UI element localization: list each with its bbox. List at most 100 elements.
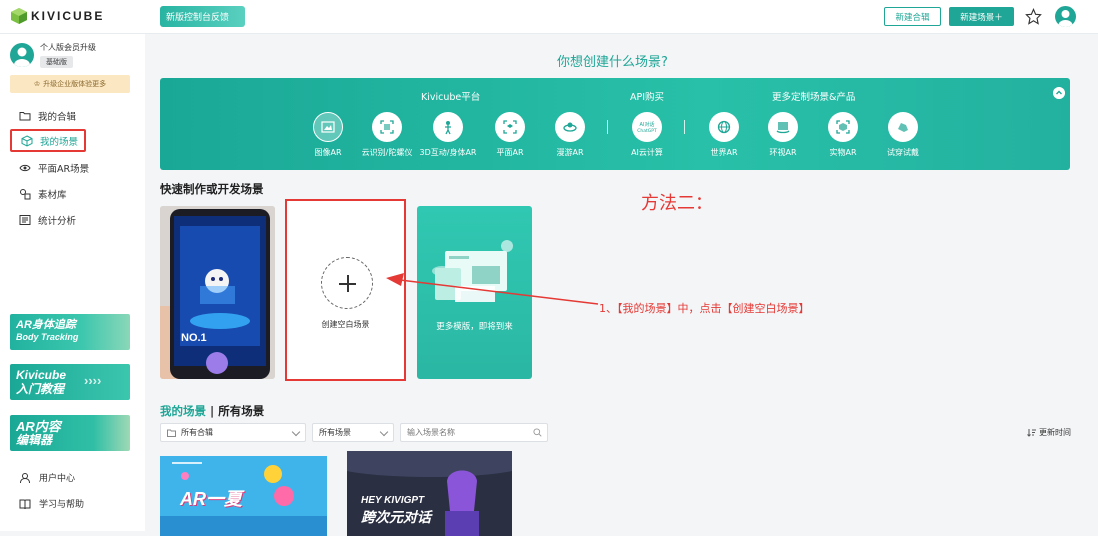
template-card-image-ar[interactable]: NO.1: [160, 206, 275, 379]
scene-type-label: AI云计算: [631, 148, 663, 157]
scene-filter-select[interactable]: 所有场景: [312, 423, 394, 442]
collection-filter-value: 所有合辑: [181, 428, 213, 437]
sidebar: 个人版会员升级 基础版 ♔ 升级企业版体验更多 我的合辑 我的场景 平面AR场景…: [0, 34, 145, 531]
scene-thumb-title-top: HEY KIVIGPT: [361, 495, 425, 506]
plus-icon-h: [339, 283, 356, 285]
sidebar-item-plane-ar[interactable]: 平面AR场景: [10, 156, 120, 179]
tutorial-banner[interactable]: Kivicube 入门教程 ››››: [10, 364, 130, 400]
user-icon: [20, 472, 30, 483]
new-scene-button[interactable]: 新建场景＋: [949, 7, 1014, 26]
star-icon[interactable]: [1025, 8, 1042, 25]
try-on-icon: [888, 112, 918, 142]
ai-chatgpt-icon: AI对话 ChatGPT: [632, 112, 662, 142]
group-kivicube-platform: Kivicube平台: [421, 92, 481, 103]
feedback-button[interactable]: 新版控制台反馈: [160, 6, 245, 27]
top-bar: KIVICUBE 新版控制台反馈 新建合辑 新建场景＋: [0, 0, 1098, 34]
scene-thumb-summer[interactable]: AR一夏: [160, 456, 327, 536]
sidebar-item-label: 用户中心: [39, 474, 76, 484]
scene-type-label: 漫游AR: [556, 148, 584, 157]
tab-all-scenes[interactable]: 所有场景: [218, 404, 264, 418]
banner-arrows-icon: ››››: [84, 373, 102, 388]
sidebar-item-user-center[interactable]: 用户中心: [19, 471, 75, 484]
world-ar-icon: [709, 112, 739, 142]
banner-line2: 编辑器: [16, 433, 53, 447]
scene-filter-value: 所有场景: [319, 428, 351, 437]
group-api: API购买: [630, 92, 665, 103]
scene-search-input[interactable]: [400, 423, 548, 442]
scene-thumb-title-bottom: 跨次元对话: [361, 509, 431, 525]
scene-type-3d-body[interactable]: 3D互动/身体AR: [413, 112, 483, 158]
sort-by-updated[interactable]: 更新时间: [1027, 427, 1071, 438]
scene-type-ai-cloud[interactable]: AI对话 ChatGPT AI云计算: [612, 112, 682, 158]
surround-ar-icon: [768, 112, 798, 142]
sort-label: 更新时间: [1039, 428, 1071, 437]
scene-type-label: 试穿试戴: [887, 148, 919, 157]
more-templates-label: 更多模版，即将到来: [436, 322, 513, 332]
assets-icon: [20, 188, 31, 199]
upgrade-text: 升级企业版体验更多: [43, 80, 107, 88]
quick-create-title: 快速制作或开发场景: [160, 182, 264, 196]
image-ar-icon: [313, 112, 343, 142]
logo-cube-icon: [11, 8, 27, 24]
sidebar-item-label: 素材库: [38, 189, 67, 201]
search-icon[interactable]: [533, 428, 542, 437]
svg-text:ChatGPT: ChatGPT: [637, 128, 657, 134]
logo[interactable]: KIVICUBE: [10, 7, 104, 25]
banner-line1: AR身体追踪: [16, 319, 76, 331]
banner-line2: 入门教程: [16, 382, 65, 396]
user-avatar[interactable]: [1055, 6, 1076, 27]
scene-type-panel: Kivicube平台 API购买 更多定制场景&产品 图像AR 云识别/陀螺仪 …: [160, 78, 1070, 170]
scene-type-try-on[interactable]: 试穿试戴: [868, 112, 938, 158]
scene-type-roam-ar[interactable]: 漫游AR: [535, 112, 605, 158]
create-blank-scene-label: 创建空白场景: [321, 320, 370, 329]
scene-type-label: 3D互动/身体AR: [419, 148, 477, 157]
method-title: 方法二：: [641, 193, 713, 214]
panel-divider: [684, 120, 685, 134]
sort-icon: [1027, 429, 1036, 437]
tab-my-scenes[interactable]: 我的场景: [160, 404, 206, 418]
scene-type-label: 云识别/陀螺仪: [361, 148, 413, 157]
page-title: 你想创建什么场景?: [557, 55, 668, 70]
sidebar-item-label: 统计分析: [38, 215, 77, 227]
my-scenes-heading: 我的场景 | 所有场景: [160, 403, 264, 419]
sidebar-item-my-scenes[interactable]: 我的场景: [10, 129, 86, 152]
eye-icon: [19, 164, 31, 171]
sidebar-item-stats[interactable]: 统计分析: [10, 208, 86, 231]
object-ar-icon: [828, 112, 858, 142]
folder-icon: [167, 429, 176, 437]
book-icon: [19, 499, 31, 509]
annotation-step: 1、【我的场景】中，点击【创建空白场景】: [599, 302, 810, 315]
logo-text: KIVICUBE: [31, 9, 105, 23]
banner-line2: Body Tracking: [16, 332, 79, 342]
banner-line1: AR内容: [16, 419, 61, 434]
panel-divider: [607, 120, 608, 134]
sidebar-item-label: 学习与帮助: [39, 500, 85, 510]
body-tracking-banner[interactable]: AR身体追踪 Body Tracking: [10, 314, 130, 350]
scene-type-cloud-gyro[interactable]: 云识别/陀螺仪: [352, 112, 422, 158]
scene-thumb-kivigpt[interactable]: HEY KIVIGPT 跨次元对话: [347, 451, 512, 536]
avatar-person-icon: [1058, 10, 1073, 27]
collapse-icon[interactable]: [1053, 87, 1065, 99]
plus-circle: [321, 257, 373, 309]
plane-ar-icon: [495, 112, 525, 142]
new-collection-button[interactable]: 新建合辑: [884, 7, 941, 26]
sidebar-item-label: 我的合辑: [38, 111, 77, 123]
chevron-down-icon: [291, 427, 301, 437]
svg-text:AI对话: AI对话: [640, 121, 655, 128]
roam-ar-icon: [555, 112, 585, 142]
group-custom: 更多定制场景&产品: [772, 92, 856, 103]
scene-thumb-title: AR一夏: [180, 489, 242, 509]
sidebar-item-collections[interactable]: 我的合辑: [10, 104, 86, 127]
banner-line1: Kivicube: [16, 368, 67, 382]
template-image: [160, 206, 275, 379]
upgrade-button[interactable]: ♔ 升级企业版体验更多: [10, 75, 130, 93]
stats-icon: [19, 214, 31, 225]
sidebar-item-help[interactable]: 学习与帮助: [19, 497, 84, 510]
cloud-recognition-icon: [372, 112, 402, 142]
collection-filter-select[interactable]: 所有合辑: [160, 423, 306, 442]
title-separator: |: [210, 404, 215, 418]
crown-icon: ♔: [33, 80, 41, 88]
cube-icon: [21, 134, 33, 147]
editor-banner[interactable]: AR内容 编辑器: [10, 415, 130, 451]
sidebar-item-assets[interactable]: 素材库: [10, 182, 86, 205]
